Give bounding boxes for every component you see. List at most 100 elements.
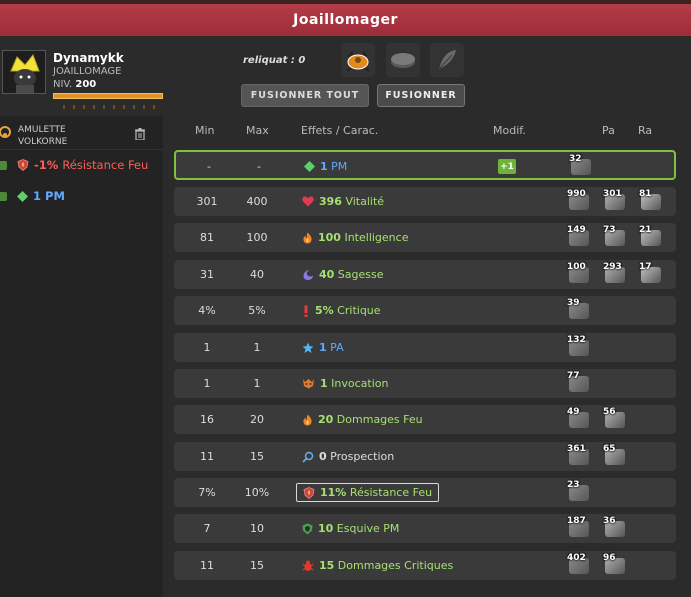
rune-icon[interactable]: 149 [567,225,591,249]
table-row[interactable]: 11 15 15 Dommages Critiques 402 96 [174,551,676,580]
moon-icon [302,269,314,281]
rune-count: 96 [603,553,616,563]
rune-count: 17 [639,262,652,272]
effect-cell: 10 Esquive PM [302,514,399,543]
effect-label: Esquive PM [333,522,400,535]
table-row[interactable]: 81 100 100 Intelligence 149 73 21 [174,223,676,252]
reliquat-label: reliquat : 0 [243,55,306,66]
effect-label: Dommages Feu [333,413,423,426]
rune-count: 149 [567,225,586,235]
rune-count: 100 [567,262,586,272]
effect-value: 100 [318,231,341,244]
column-effects: Effets / Carac. [301,124,379,137]
title-bar: Joaillomager [0,0,691,36]
min-cell: 81 [200,231,214,244]
effect-label: Sagesse [334,268,384,281]
effect-cell: 1 Invocation [302,369,388,398]
rune-icon[interactable]: 402 [567,553,591,577]
max-cell: 10 [250,522,264,535]
star-icon [302,342,314,354]
table-row[interactable]: - - 1 PM +1 32 [174,150,676,180]
rune-icon[interactable]: 32 [569,154,593,178]
effect-label: Résistance Feu [346,486,433,499]
table-row[interactable]: 111 Invocation 77 [174,369,676,398]
max-cell: 1 [253,377,261,390]
rune-count: 49 [567,407,580,417]
table-row[interactable]: 7 10 10 Esquive PM 187 36 [174,514,676,543]
min-cell: 11 [200,450,214,463]
rune-icon[interactable]: 81 [639,189,663,213]
max-cell: 10% [244,486,270,499]
sidebar-line-2-value: 1 [33,189,42,203]
rune-icon[interactable]: 21 [639,225,663,249]
rune-count: 301 [603,189,622,199]
fuse-button[interactable]: FUSIONNER [377,84,465,107]
min-cell: 1 [203,377,211,390]
rune-count: 65 [603,444,616,454]
rune-icon[interactable]: 49 [567,407,591,431]
table-row[interactable]: 301 400 396 Vitalité 990 301 81 [174,187,676,216]
orange-rune-icon [346,51,370,72]
rune-icon[interactable]: 301 [603,189,627,213]
rune-slot-3[interactable] [430,43,464,77]
rune-icon[interactable]: 96 [603,553,627,577]
rune-icon[interactable]: 187 [567,516,591,540]
effect-value: 1 [320,377,328,390]
rune-icon[interactable]: 73 [603,225,627,249]
xp-bar [53,93,163,109]
rune-count: 39 [567,298,580,308]
max-cell: - [257,160,261,173]
effect-value: 10 [318,522,334,535]
table-row[interactable]: 31 40 40 Sagesse 100 293 17 [174,260,676,289]
effect-label: PM [327,160,348,173]
rune-icon[interactable]: 23 [567,480,591,504]
rune-count: 81 [639,189,652,199]
rune-count: 132 [567,335,586,345]
table-row[interactable]: 11 15 0 Prospection 361 65 [174,442,676,471]
player-name: Dynamykk [53,51,124,65]
pm-diamond-icon [304,161,315,172]
rune-icon[interactable]: 65 [603,444,627,468]
rune-icon[interactable]: 361 [567,444,591,468]
effect-cell: 1 PA [302,333,344,362]
exclamation-icon [302,305,310,317]
rune-slot-1[interactable] [341,43,375,77]
effect-value: 0 [319,450,327,463]
bug-icon [302,560,314,572]
table-row[interactable]: 7% 10% 11% Résistance Feu 23 [174,478,676,507]
effect-cell: 1 PM [304,152,347,181]
min-cell: 4% [198,304,216,317]
table-row[interactable]: 16 20 20 Dommages Feu 49 56 [174,405,676,434]
effect-label: PA [326,341,344,354]
rune-icon[interactable]: 77 [567,371,591,395]
rune-icon[interactable]: 132 [567,335,591,359]
effect-label: Prospection [326,450,395,463]
app-window: Joaillomager Dynamykk JOAILLOMAGE NIV. 2… [0,0,691,597]
invocation-icon [302,378,315,389]
fire-icon [302,232,313,244]
effect-cell: 396 Vitalité [302,187,384,216]
max-cell: 5% [248,304,266,317]
trash-icon[interactable] [135,128,145,140]
sidebar-item-header: AMULETTE VOLKORNE [0,116,163,150]
level-value: 200 [75,79,97,90]
window-title: Joaillomager [293,12,398,28]
rune-icon[interactable]: 17 [639,262,663,286]
table-row[interactable]: 111 PA 132 [174,333,676,362]
effect-cell: 40 Sagesse [302,260,384,289]
rune-icon[interactable]: 36 [603,516,627,540]
magnifier-icon [302,451,314,463]
rune-slot-2[interactable] [386,43,420,77]
effect-cell: 0 Prospection [302,442,394,471]
rune-icon[interactable]: 39 [567,298,591,322]
rune-icon[interactable]: 293 [603,262,627,286]
table-row[interactable]: 4% 5% 5% Critique 39 [174,296,676,325]
rune-icon[interactable]: 990 [567,189,591,213]
effect-label: Critique [333,304,381,317]
rune-icon[interactable]: 56 [603,407,627,431]
fire-icon [302,414,313,426]
fuse-all-button[interactable]: FUSIONNER TOUT [241,84,369,107]
max-cell: 100 [246,231,268,244]
max-cell: 15 [250,450,264,463]
rune-icon[interactable]: 100 [567,262,591,286]
